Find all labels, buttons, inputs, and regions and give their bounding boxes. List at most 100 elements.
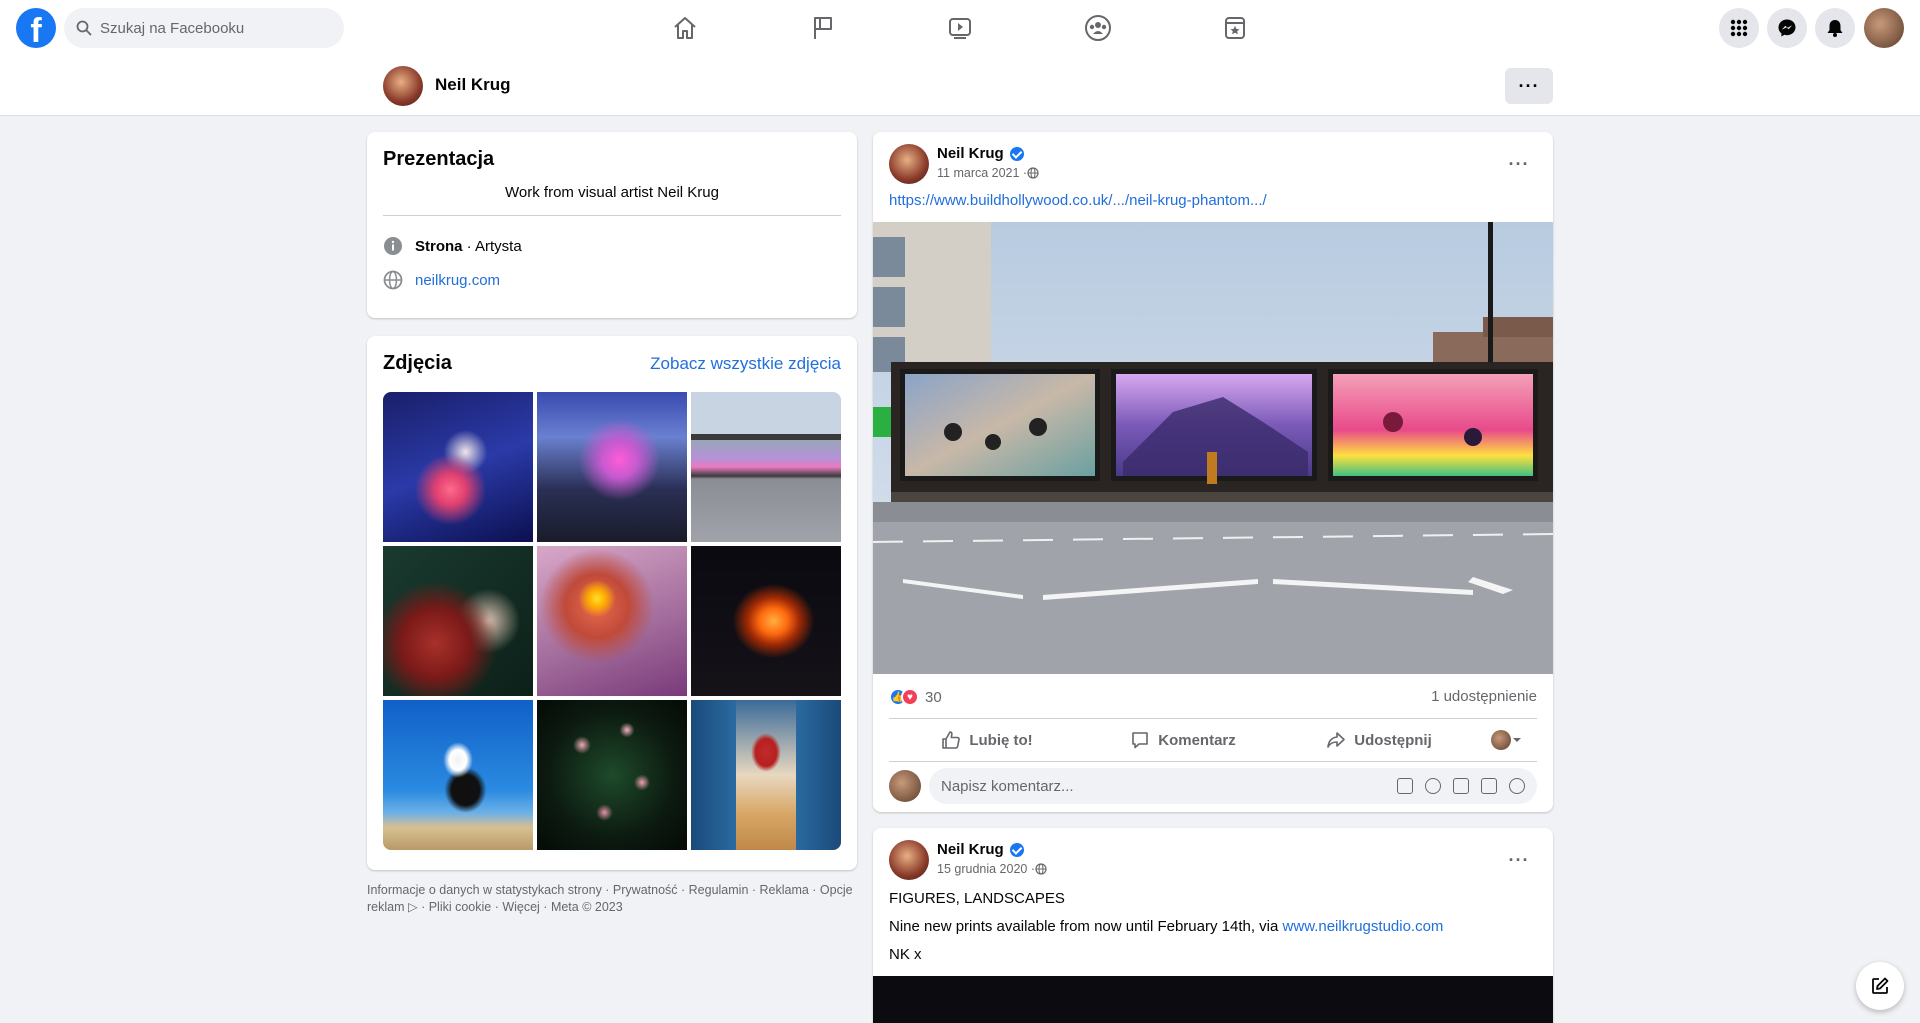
post-meta: 11 marca 2021 · (937, 166, 1039, 180)
video-icon (949, 18, 971, 39)
intro-card: Prezentacja Work from visual artist Neil… (367, 132, 857, 318)
identity-avatar (1491, 730, 1511, 750)
account-avatar[interactable] (1864, 8, 1904, 48)
reaction-count[interactable]: 30 (925, 689, 942, 706)
photo-thumbnail[interactable] (537, 392, 687, 542)
photos-title: Zdjęcia (383, 352, 452, 374)
flag-icon (814, 17, 832, 39)
post-author: Neil Krug (937, 145, 1024, 162)
post-author-avatar[interactable] (889, 840, 929, 880)
like-label: Lubię to! (969, 731, 1033, 749)
messenger-icon (1778, 19, 1796, 37)
gif-icon[interactable] (1481, 778, 1497, 794)
messenger-button[interactable] (1767, 8, 1807, 48)
photo-thumbnail[interactable] (383, 546, 533, 696)
reaction-identity-selector[interactable] (1477, 730, 1537, 750)
post-options-button[interactable]: ··· (1501, 842, 1537, 878)
page-more-button[interactable]: ··· (1505, 68, 1553, 104)
post-text-line: Nine new prints available from now until… (889, 918, 1443, 935)
post-author-name[interactable]: Neil Krug (937, 841, 1004, 858)
menu-button[interactable] (1719, 8, 1759, 48)
home-icon (674, 17, 696, 39)
post-options-button[interactable]: ··· (1501, 146, 1537, 182)
page-name[interactable]: Neil Krug (435, 75, 511, 95)
share-count[interactable]: 1 udostępnienie (1431, 688, 1537, 705)
intro-bio: Work from visual artist Neil Krug (383, 184, 841, 216)
comment-icon (1132, 732, 1149, 749)
nav-gaming[interactable] (1179, 0, 1291, 56)
page-avatar[interactable] (383, 66, 423, 106)
photo-thumbnail[interactable] (691, 546, 841, 696)
footer-links-line1[interactable]: Informacje o danych w statystykach stron… (367, 882, 857, 899)
photo-thumbnail[interactable] (383, 700, 533, 850)
sticker-icon[interactable] (1509, 778, 1525, 794)
nav-pages[interactable] (767, 0, 879, 56)
love-reaction-icon: ♥ (901, 688, 919, 706)
comment-input-box[interactable] (929, 768, 1537, 804)
groups-icon (1085, 15, 1111, 41)
chevron-down-icon (1513, 738, 1521, 742)
emoji-icon[interactable] (1425, 778, 1441, 794)
post-image[interactable] (873, 976, 1553, 1023)
post-image[interactable] (873, 222, 1553, 674)
like-icon (942, 731, 961, 749)
post-date[interactable]: 15 grudnia 2020 · (937, 862, 1035, 876)
photo-thumbnail[interactable] (537, 546, 687, 696)
post-author-name[interactable]: Neil Krug (937, 145, 1004, 162)
notifications-icon (1827, 20, 1843, 37)
nav-groups[interactable] (1042, 0, 1154, 56)
photo-thumbnail[interactable] (537, 700, 687, 850)
comment-input[interactable] (941, 777, 1385, 795)
comment-button[interactable]: Komentarz (1085, 722, 1281, 758)
intro-category: Strona · Artysta (383, 236, 522, 256)
top-navigation-bar: f (0, 0, 1920, 56)
see-all-photos-link[interactable]: Zobacz wszystkie zdjęcia (650, 354, 841, 374)
verified-badge-icon (1009, 842, 1024, 857)
notifications-button[interactable] (1815, 8, 1855, 48)
facebook-logo[interactable]: f (16, 8, 56, 48)
footer-links-line2[interactable]: reklam ▷ · Pliki cookie · Więcej · Meta … (367, 899, 857, 916)
post-author: Neil Krug (937, 841, 1024, 858)
globe-icon (383, 270, 403, 290)
globe-icon (1035, 863, 1047, 875)
photo-thumbnail[interactable] (383, 392, 533, 542)
post-card: Neil Krug 11 marca 2021 · ··· https://ww… (873, 132, 1553, 812)
like-button[interactable]: Lubię to! (889, 722, 1085, 758)
photo-grid (383, 392, 841, 850)
post-text-prefix: Nine new prints available from now until… (889, 918, 1283, 935)
website-link[interactable]: neilkrug.com (415, 272, 500, 289)
nav-watch[interactable] (904, 0, 1016, 56)
info-icon (384, 237, 402, 255)
share-button[interactable]: Udostępnij (1281, 722, 1477, 758)
post-text-line: NK x (889, 946, 922, 963)
post-date[interactable]: 11 marca 2021 · (937, 166, 1027, 180)
menu-grid-icon (1730, 19, 1748, 37)
post-author-avatar[interactable] (889, 144, 929, 184)
search-box[interactable] (64, 8, 344, 48)
page-footer: Informacje o danych w statystykach stron… (367, 882, 857, 916)
photo-thumbnail[interactable] (691, 392, 841, 542)
intro-title: Prezentacja (383, 148, 495, 170)
share-label: Udostępnij (1354, 731, 1432, 749)
gaming-icon (1225, 17, 1245, 39)
post-text-link[interactable]: www.neilkrugstudio.com (1283, 918, 1444, 935)
billboard-street-photo (873, 222, 1553, 674)
search-icon (76, 20, 92, 36)
avatar-sticker-icon[interactable] (1397, 778, 1413, 794)
post-link[interactable]: https://www.buildhollywood.co.uk/.../nei… (889, 192, 1267, 209)
globe-icon (1027, 167, 1039, 179)
new-message-button[interactable] (1856, 962, 1904, 1010)
photos-card: Zdjęcia Zobacz wszystkie zdjęcia (367, 336, 857, 870)
reaction-summary[interactable]: 👍 ♥ 30 (889, 688, 942, 706)
post-card: Neil Krug 15 grudnia 2020 · ··· FIGURES,… (873, 828, 1553, 1023)
nav-home[interactable] (629, 0, 741, 56)
commenter-avatar[interactable] (889, 770, 921, 802)
comment-label: Komentarz (1158, 731, 1236, 749)
intro-website: neilkrug.com (383, 270, 500, 290)
camera-icon[interactable] (1453, 778, 1469, 794)
category-value: · Artysta (462, 237, 522, 255)
post-actions: Lubię to! Komentarz Udostępnij (889, 718, 1537, 762)
post-meta: 15 grudnia 2020 · (937, 862, 1047, 876)
search-input[interactable] (100, 19, 320, 37)
photo-thumbnail[interactable] (691, 700, 841, 850)
